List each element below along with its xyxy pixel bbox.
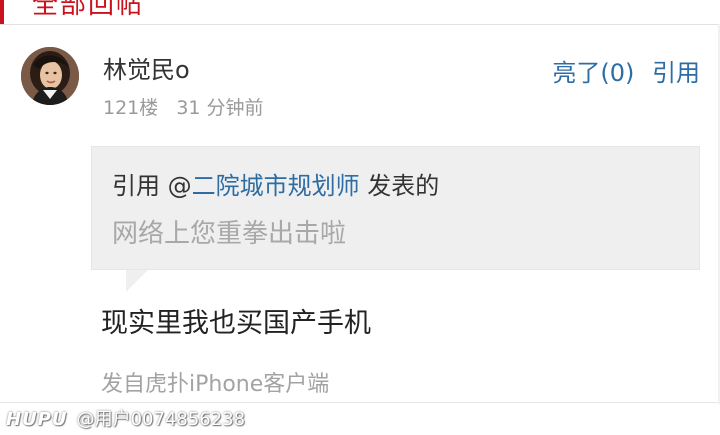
- avatar-image: [21, 47, 79, 105]
- quote-pointer: [126, 270, 148, 292]
- post-actions: 亮了(0) 引用: [552, 53, 700, 88]
- section-header: 全部回帖: [0, 0, 720, 25]
- post-source: 发自虎扑iPhone客户端: [101, 372, 330, 397]
- post-time: 31 分钟前: [176, 97, 264, 119]
- quote-header: 引用 @二院城市规划师 发表的: [112, 166, 439, 201]
- avatar[interactable]: [21, 47, 79, 105]
- quote-suffix: 发表的: [359, 172, 440, 200]
- watermark-handle: @用户0074856238: [76, 409, 246, 430]
- quote-prefix: 引用 @: [112, 172, 192, 200]
- username[interactable]: 林觉民o: [103, 50, 190, 85]
- quoted-user-link[interactable]: 二院城市规划师: [192, 172, 360, 200]
- quote-block[interactable]: 引用 @二院城市规划师 发表的 网络上您重拳出击啦: [91, 146, 700, 270]
- post-divider: [0, 402, 720, 403]
- reply-content: 现实里我也买国产手机: [101, 308, 371, 339]
- watermark: HUPU @用户0074856238: [6, 405, 245, 433]
- light-button[interactable]: 亮了(0): [552, 59, 634, 87]
- quoted-text: 网络上您重拳出击啦: [112, 219, 347, 249]
- post-meta: 121楼 31 分钟前: [103, 93, 264, 120]
- hupu-logo: HUPU: [6, 409, 68, 430]
- section-title: 全部回帖: [32, 0, 145, 20]
- quote-button[interactable]: 引用: [652, 59, 700, 87]
- section-accent-bar: [0, 0, 4, 24]
- floor-number: 121楼: [103, 97, 159, 119]
- reply-post-screen: 全部回帖 林觉民o 121楼 31 分钟前 亮了(0) 引用 引用 @二院城市规…: [0, 0, 720, 435]
